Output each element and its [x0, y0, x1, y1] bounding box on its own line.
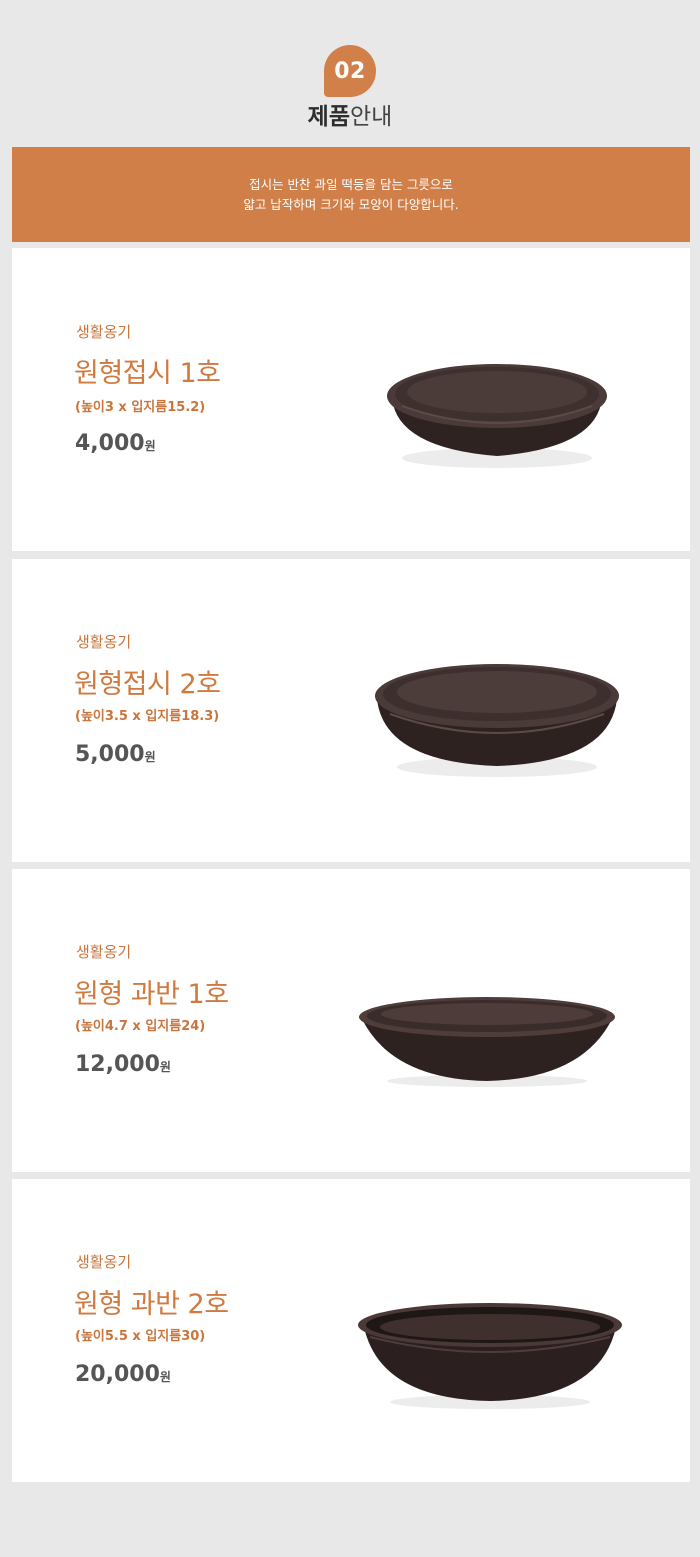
price-value: 20,000 [75, 1362, 160, 1387]
product-name: 원형접시 2호 [74, 669, 221, 700]
section-number-badge: 02 [324, 45, 376, 97]
product-card-3[interactable]: 생활옹기 원형 과반 1호 (높이4.7 x 입지름24) 12,000원 [12, 869, 690, 1172]
price-unit: 원 [144, 750, 156, 764]
product-category: 생활옹기 [76, 633, 132, 651]
round-dark-plate-image [387, 364, 607, 468]
product-price: 4,000원 [75, 431, 156, 456]
section-title-bold: 제품 [307, 104, 350, 130]
round-dark-fruit-bowl-image [358, 1303, 622, 1409]
product-dimensions: (높이5.5 x 입지름30) [75, 1329, 206, 1344]
product-price: 12,000원 [75, 1052, 171, 1077]
intro-line-2: 얇고 납작하며 크기와 모양이 다양합니다. [243, 196, 459, 212]
product-dimensions: (높이3.5 x 입지름18.3) [75, 709, 220, 724]
product-name: 원형접시 1호 [74, 358, 221, 389]
round-dark-plate-image [375, 664, 619, 777]
product-dimensions: (높이3 x 입지름15.2) [75, 400, 206, 415]
price-value: 4,000 [75, 431, 145, 456]
product-card-1[interactable]: 생활옹기 원형접시 1호 (높이3 x 입지름15.2) 4,000원 [12, 248, 690, 551]
product-name: 원형 과반 2호 [74, 1289, 229, 1320]
section-number: 02 [334, 58, 366, 84]
product-category: 생활옹기 [76, 943, 132, 961]
product-card-2[interactable]: 생활옹기 원형접시 2호 (높이3.5 x 입지름18.3) 5,000원 [12, 559, 690, 862]
intro-line-1: 접시는 반찬 과일 떡등을 담는 그릇으로 [249, 176, 453, 192]
product-category: 생활옹기 [76, 1253, 132, 1271]
price-unit: 원 [144, 439, 156, 453]
product-price: 5,000원 [75, 742, 156, 767]
price-unit: 원 [159, 1370, 171, 1384]
round-dark-fruit-bowl-image [359, 997, 615, 1087]
product-dimensions: (높이4.7 x 입지름24) [75, 1019, 206, 1034]
product-category: 생활옹기 [76, 323, 132, 341]
section-title-light: 안내 [350, 104, 393, 130]
product-card-4[interactable]: 생활옹기 원형 과반 2호 (높이5.5 x 입지름30) 20,000원 [12, 1179, 690, 1482]
intro-banner: 접시는 반찬 과일 떡등을 담는 그릇으로 얇고 납작하며 크기와 모양이 다양… [12, 147, 690, 242]
product-guide-page: 02 제품안내 접시는 반찬 과일 떡등을 담는 그릇으로 얇고 납작하며 크기… [0, 0, 700, 1557]
section-title: 제품안내 [0, 100, 700, 134]
product-name: 원형 과반 1호 [74, 979, 229, 1010]
price-unit: 원 [159, 1060, 171, 1074]
price-value: 5,000 [75, 742, 145, 767]
price-value: 12,000 [75, 1052, 160, 1077]
product-price: 20,000원 [75, 1362, 171, 1387]
